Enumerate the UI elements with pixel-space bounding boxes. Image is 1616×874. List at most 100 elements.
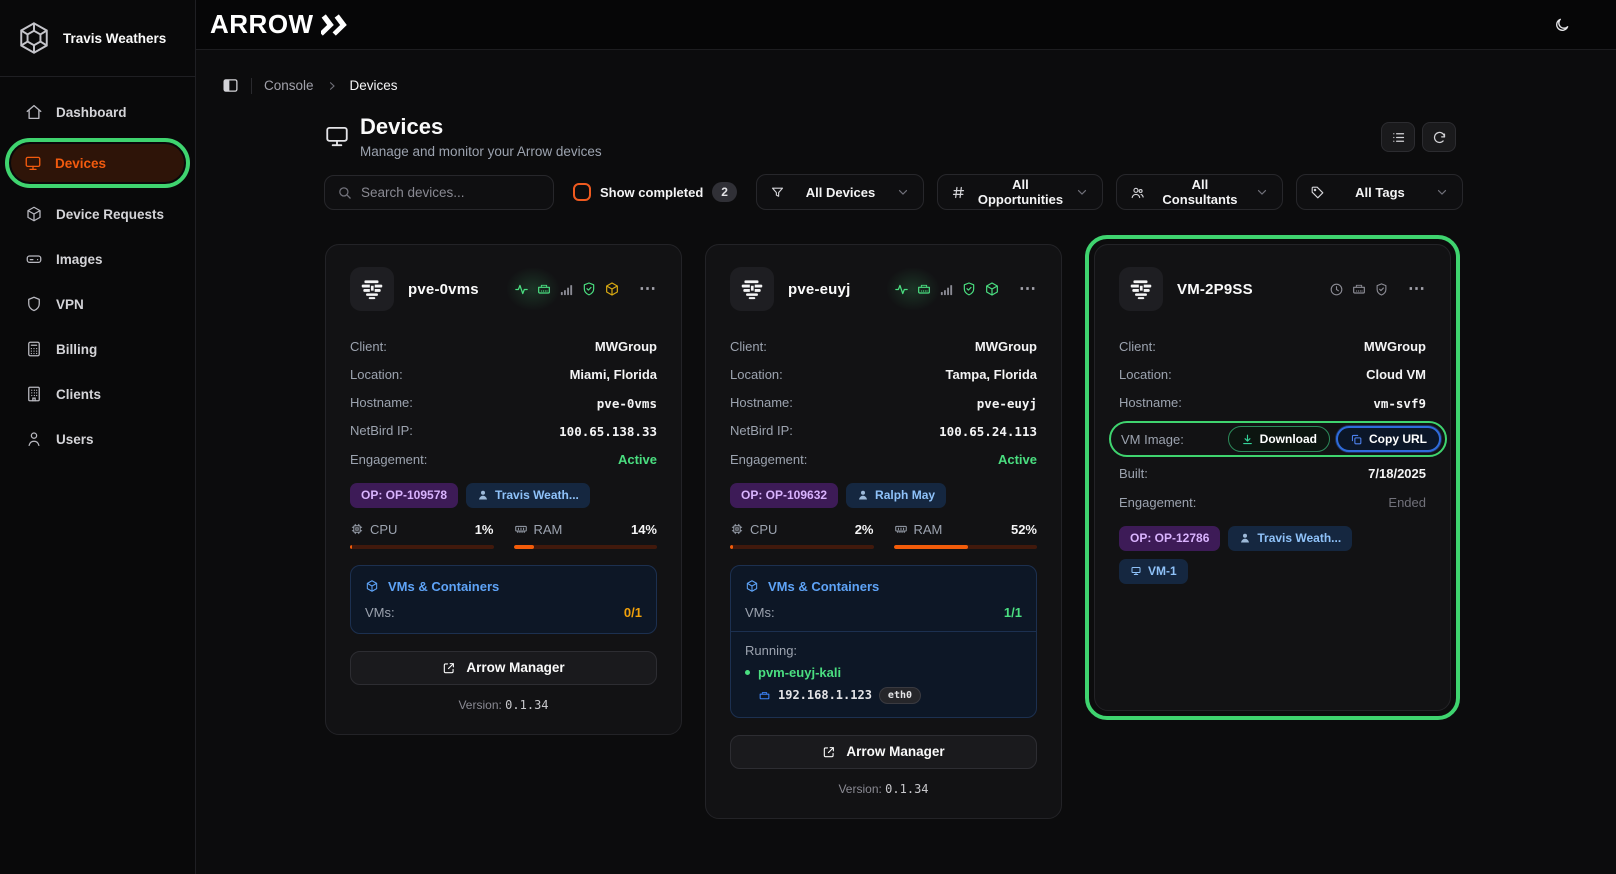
sidebar-item-clients[interactable]: Clients — [12, 375, 183, 413]
show-completed-checkbox[interactable] — [573, 183, 591, 201]
show-completed-control: Show completed 2 — [567, 182, 743, 202]
refresh-icon — [1432, 130, 1447, 145]
cpu-bar — [730, 545, 733, 549]
running-vm: pvm-euyj-kali — [745, 665, 1022, 680]
completed-count-badge: 2 — [712, 182, 737, 202]
card-menu-button[interactable]: ⋯ — [639, 279, 657, 299]
filter-toolbar: Show completed 2 All Devices All Opportu… — [324, 174, 1616, 210]
brand-chevrons-icon — [321, 14, 351, 36]
breadcrumb: Console Devices — [222, 77, 1586, 94]
computer-icon — [1130, 565, 1142, 577]
sidebar-item-vpn[interactable]: VPN — [12, 285, 183, 323]
sidebar-item-billing[interactable]: Billing — [12, 330, 183, 368]
device-status-icons — [894, 281, 1000, 297]
moon-icon — [1554, 17, 1570, 33]
brand-logo[interactable]: ARROW — [210, 9, 351, 40]
clock-icon — [1329, 282, 1344, 297]
consultant-filter-dropdown[interactable]: All Consultants — [1116, 174, 1283, 210]
cube-icon — [365, 579, 379, 593]
arrow-manager-button[interactable]: Arrow Manager — [730, 735, 1037, 769]
list-view-button[interactable] — [1381, 122, 1415, 152]
users-icon — [1130, 185, 1145, 200]
copy-url-button[interactable]: Copy URL — [1336, 426, 1441, 452]
signal-bars-icon — [939, 282, 954, 297]
search-input[interactable] — [361, 185, 541, 200]
resource-meters: CPU 1% RAM 14% — [350, 522, 657, 549]
card-menu-button[interactable]: ⋯ — [1019, 279, 1037, 299]
cube-icon — [604, 281, 620, 297]
netbird-ip-value: 100.65.24.113 — [939, 422, 1037, 441]
activity-pulse-icon — [894, 282, 909, 297]
sidebar-item-device-requests[interactable]: Device Requests — [12, 195, 183, 233]
sidebar-item-users[interactable]: Users — [12, 420, 183, 458]
ram-percent: 14% — [631, 522, 657, 537]
vm-badge[interactable]: VM-1 — [1119, 559, 1188, 584]
opportunity-filter-dropdown[interactable]: All Opportunities — [937, 174, 1103, 210]
breadcrumb-console[interactable]: Console — [264, 78, 314, 93]
opportunity-badge[interactable]: OP: OP-109632 — [730, 483, 838, 508]
cpu-bar — [350, 545, 352, 549]
hostname-value: vm-svf9 — [1373, 394, 1426, 413]
page-subtitle: Manage and monitor your Arrow devices — [360, 144, 602, 159]
device-card-pve-0vms: pve-0vms ⋯ Client:MWGroup Location:Miami… — [325, 244, 682, 735]
building-icon — [25, 385, 43, 403]
cpu-percent: 2% — [855, 522, 874, 537]
consultant-badge[interactable]: Travis Weath... — [466, 483, 590, 508]
divider — [731, 631, 1036, 632]
cube-icon — [984, 281, 1000, 297]
search-box — [324, 175, 554, 210]
home-icon — [25, 103, 43, 121]
ethernet-port-icon — [536, 281, 552, 297]
sidebar-item-dashboard[interactable]: Dashboard — [12, 93, 183, 131]
opportunity-badge[interactable]: OP: OP-12786 — [1119, 526, 1220, 551]
user-icon — [25, 430, 43, 448]
shield-check-icon — [581, 281, 597, 297]
search-icon — [337, 185, 352, 200]
ethernet-port-icon — [916, 281, 932, 297]
cpu-percent: 1% — [475, 522, 494, 537]
brand-logo-text: ARROW — [210, 9, 314, 40]
location-value: Cloud VM — [1366, 365, 1426, 385]
vms-containers-panel: VMs & Containers VMs:0/1 — [350, 565, 657, 634]
opportunity-badge[interactable]: OP: OP-109578 — [350, 483, 458, 508]
netbird-ip-value: 100.65.138.33 — [559, 422, 657, 441]
device-filter-dropdown[interactable]: All Devices — [756, 174, 924, 210]
engagement-status: Active — [998, 450, 1037, 470]
sidebar-toggle-button[interactable] — [222, 77, 239, 94]
location-value: Miami, Florida — [570, 365, 657, 385]
sidebar-item-images[interactable]: Images — [12, 240, 183, 278]
user-profile[interactable]: Travis Weathers — [0, 0, 195, 77]
page-title: Devices — [360, 114, 602, 140]
panel-toggle-icon — [222, 77, 239, 94]
card-menu-button[interactable]: ⋯ — [1408, 279, 1426, 299]
ram-meter: RAM 52% — [894, 522, 1038, 549]
ram-percent: 52% — [1011, 522, 1037, 537]
sidebar-item-devices[interactable]: Devices — [11, 144, 184, 182]
device-name: pve-euyj — [788, 281, 880, 298]
vms-count: 1/1 — [1004, 605, 1022, 620]
dark-mode-toggle[interactable] — [1554, 17, 1570, 33]
consultant-badge[interactable]: Ralph May — [846, 483, 946, 508]
cpu-meter: CPU 1% — [350, 522, 494, 549]
cpu-icon — [730, 522, 744, 536]
device-logo — [1119, 267, 1163, 311]
arrow-manager-button[interactable]: Arrow Manager — [350, 651, 657, 685]
refresh-button[interactable] — [1422, 122, 1456, 152]
consultant-badge[interactable]: Travis Weath... — [1228, 526, 1352, 551]
hostname-value: pve-0vms — [597, 394, 657, 413]
download-button[interactable]: Download — [1228, 426, 1330, 452]
client-value: MWGroup — [1364, 337, 1426, 357]
device-cards: pve-0vms ⋯ Client:MWGroup Location:Miami… — [325, 244, 1616, 819]
memory-icon — [894, 522, 908, 536]
person-icon — [477, 489, 489, 501]
breadcrumb-devices: Devices — [350, 78, 398, 93]
page-header: Devices Manage and monitor your Arrow de… — [324, 114, 1456, 159]
external-link-icon — [442, 661, 456, 675]
list-icon — [1391, 130, 1406, 145]
hard-drive-icon — [25, 250, 43, 268]
device-logo — [730, 267, 774, 311]
monitor-icon — [324, 123, 350, 149]
tag-filter-dropdown[interactable]: All Tags — [1296, 174, 1463, 210]
device-status-icons — [1329, 281, 1389, 297]
proxmox-glitch-logo-icon — [1128, 276, 1154, 302]
